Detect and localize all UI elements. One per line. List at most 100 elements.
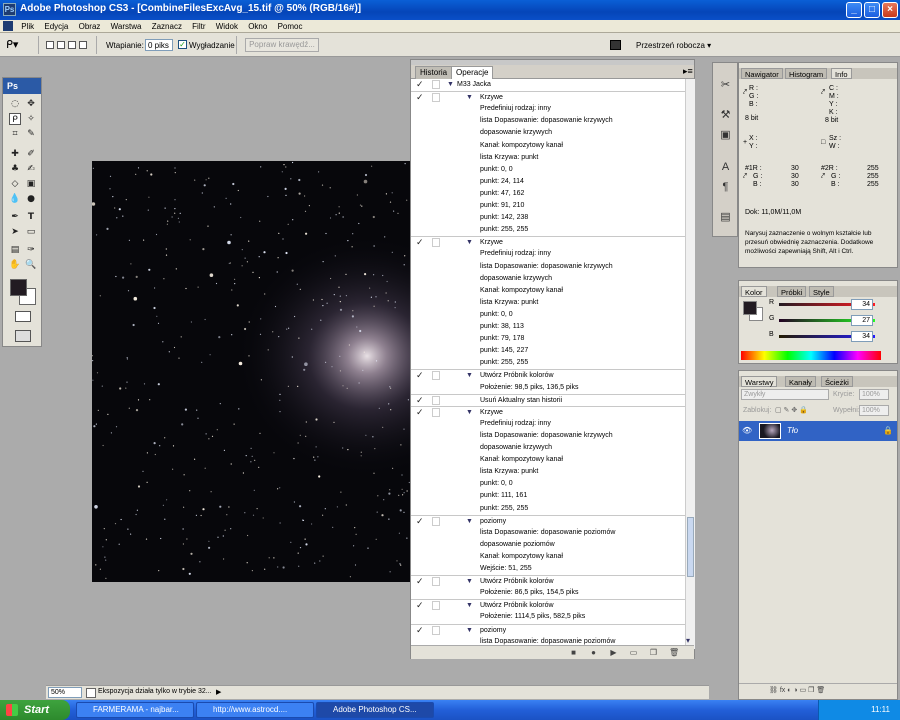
- taskbar-item-browser[interactable]: http://www.astrocd....: [196, 702, 314, 718]
- action-detail-row[interactable]: dopasowanie krzywych: [411, 127, 686, 139]
- dialog-toggle[interactable]: [432, 625, 440, 635]
- action-detail-row[interactable]: lista Dopasowanie: dopasowanie krzywych: [411, 430, 686, 442]
- close-button[interactable]: ×: [882, 2, 898, 18]
- action-step-row[interactable]: ✓ ▼ Krzywe: [411, 405, 686, 418]
- shape-tool-icon[interactable]: ▭: [25, 226, 37, 238]
- tab-histogram[interactable]: Histogram: [785, 68, 828, 79]
- action-detail-row[interactable]: Położenie: 1114,5 piks, 582,5 piks: [411, 611, 686, 623]
- tab-operacje[interactable]: Operacje: [451, 66, 494, 79]
- refine-edge-button[interactable]: Popraw krawędź...: [245, 38, 319, 52]
- antialias-checkbox[interactable]: ✓: [178, 40, 187, 49]
- action-set-row[interactable]: ✓ ▼ M33 Jacka: [411, 79, 686, 91]
- menu-obraz[interactable]: Obraz: [75, 20, 105, 32]
- toggle-checkmark-icon[interactable]: ✓: [416, 80, 425, 89]
- lasso-preset-icon[interactable]: ᑭ▾: [6, 38, 26, 52]
- taskbar-item-photoshop[interactable]: Adobe Photoshop CS...: [316, 702, 434, 718]
- menu-plik[interactable]: Plik: [17, 20, 38, 32]
- tab-info[interactable]: Info: [831, 68, 852, 79]
- new-action-icon[interactable]: ❐: [649, 648, 658, 657]
- action-detail-row[interactable]: punkt: 142, 238: [411, 212, 686, 224]
- dialog-toggle[interactable]: [432, 395, 440, 405]
- action-detail-row[interactable]: punkt: 47, 162: [411, 188, 686, 200]
- history-brush-icon[interactable]: ✍: [25, 163, 37, 175]
- dialog-toggle[interactable]: [432, 407, 440, 417]
- action-detail-row[interactable]: punkt: 38, 113: [411, 321, 686, 333]
- action-detail-row[interactable]: lista Krzywa: punkt: [411, 297, 686, 309]
- tab-sciezki[interactable]: Ścieżki: [821, 376, 853, 387]
- menu-pomoc[interactable]: Pomoc: [274, 20, 307, 32]
- panel-menu-icon[interactable]: ▸≡: [683, 66, 693, 77]
- toggle-checkmark-icon[interactable]: ✓: [416, 577, 425, 586]
- action-detail-row[interactable]: punkt: 111, 161: [411, 490, 686, 502]
- tools-dock-icon[interactable]: ✂: [717, 77, 734, 94]
- action-detail-row[interactable]: lista Krzywa: punkt: [411, 152, 686, 164]
- menu-filtr[interactable]: Filtr: [188, 20, 209, 32]
- action-detail-row[interactable]: dopasowanie krzywych: [411, 442, 686, 454]
- pen-tool-icon[interactable]: ✒: [9, 211, 21, 223]
- dialog-toggle[interactable]: [432, 601, 440, 611]
- action-detail-row[interactable]: punkt: 91, 210: [411, 200, 686, 212]
- red-value[interactable]: 34: [851, 299, 873, 310]
- eyedropper-icon[interactable]: ✑: [25, 244, 37, 256]
- action-detail-row[interactable]: dopasowanie krzywych: [411, 273, 686, 285]
- action-detail-row[interactable]: dopasowanie poziomów: [411, 539, 686, 551]
- action-detail-row[interactable]: lista Krzywa: punkt: [411, 466, 686, 478]
- magic-wand-icon[interactable]: ✧: [25, 113, 37, 125]
- action-detail-row[interactable]: punkt: 0, 0: [411, 478, 686, 490]
- blur-tool-icon[interactable]: 💧: [9, 193, 21, 205]
- zoom-level[interactable]: 50%: [48, 687, 82, 698]
- toggle-checkmark-icon[interactable]: ✓: [416, 395, 425, 405]
- crop-tool-icon[interactable]: ⌗: [9, 128, 21, 140]
- menu-warstwa[interactable]: Warstwa: [107, 20, 146, 32]
- eye-icon[interactable]: 👁: [742, 426, 752, 435]
- foreground-color-swatch[interactable]: [10, 279, 27, 296]
- dialog-toggle[interactable]: [432, 93, 440, 103]
- expand-triangle-icon[interactable]: ▼: [447, 79, 454, 91]
- trash-icon[interactable]: 🗑: [669, 648, 679, 657]
- dialog-toggle[interactable]: [432, 238, 440, 248]
- quick-mask-icon[interactable]: [15, 311, 31, 322]
- scroll-down-icon[interactable]: ▾: [686, 636, 690, 645]
- action-detail-row[interactable]: lista Dopasowanie: dopasowanie poziomów: [411, 527, 686, 539]
- action-step-row[interactable]: ✓ ▼ Utwórz Próbnik kolorów: [411, 599, 686, 611]
- lasso-tool-icon[interactable]: ᑭ: [9, 113, 21, 125]
- add-selection-icon[interactable]: [57, 41, 65, 49]
- action-step-row[interactable]: ✓ ▼ Utwórz Próbnik kolorów: [411, 575, 686, 587]
- new-set-icon[interactable]: ▭: [629, 648, 638, 657]
- feather-input[interactable]: 0 piks: [145, 39, 173, 51]
- toggle-checkmark-icon[interactable]: ✓: [416, 516, 425, 526]
- clone-stamp-icon[interactable]: ♣: [9, 163, 21, 175]
- move-tool-icon[interactable]: ✥: [25, 98, 37, 110]
- color-spectrum[interactable]: [741, 351, 881, 360]
- action-detail-row[interactable]: punkt: 145, 227: [411, 345, 686, 357]
- action-detail-row[interactable]: Predefiniuj rodzaj: inny: [411, 418, 686, 430]
- tab-navigator[interactable]: Nawigator: [741, 68, 783, 79]
- minimize-button[interactable]: _: [846, 2, 862, 18]
- healing-brush-icon[interactable]: ✚: [9, 148, 21, 160]
- dialog-toggle[interactable]: [432, 516, 440, 526]
- dialog-toggle[interactable]: [432, 371, 440, 381]
- dodge-tool-icon[interactable]: ●: [25, 193, 37, 205]
- image-canvas[interactable]: [92, 161, 410, 582]
- action-detail-row[interactable]: Kanał: kompozytowy kanał: [411, 454, 686, 466]
- paragraph-dock-icon[interactable]: ¶: [717, 179, 734, 196]
- action-step-row[interactable]: ✓ ▼ Utwórz Próbnik kolorów: [411, 369, 686, 381]
- screen-mode-icon[interactable]: [15, 330, 31, 342]
- brush-dock-icon[interactable]: ⚒: [717, 107, 734, 124]
- notes-tool-icon[interactable]: ▤: [9, 244, 21, 256]
- action-detail-row[interactable]: lista Dopasowanie: dopasowanie krzywych: [411, 115, 686, 127]
- action-step-row[interactable]: ✓ Usuń Aktualny stan historii: [411, 393, 686, 406]
- action-detail-row[interactable]: lista Dopasowanie: dopasowanie krzywych: [411, 261, 686, 273]
- opacity-input[interactable]: 100%: [859, 389, 889, 400]
- subtract-selection-icon[interactable]: [68, 41, 76, 49]
- action-detail-row[interactable]: Położenie: 98,5 piks, 136,5 piks: [411, 382, 686, 394]
- status-info-icon[interactable]: [86, 688, 96, 698]
- scrollbar-thumb[interactable]: [687, 517, 694, 577]
- action-step-row[interactable]: ✓ ▼ poziomy: [411, 623, 686, 636]
- hand-tool-icon[interactable]: ✋: [9, 259, 21, 271]
- dialog-toggle[interactable]: [432, 577, 440, 587]
- actions-scrollbar[interactable]: ▾: [685, 79, 695, 649]
- toggle-checkmark-icon[interactable]: ✓: [416, 407, 425, 417]
- menu-edycja[interactable]: Edycja: [40, 20, 72, 32]
- eraser-tool-icon[interactable]: ◇: [9, 178, 21, 190]
